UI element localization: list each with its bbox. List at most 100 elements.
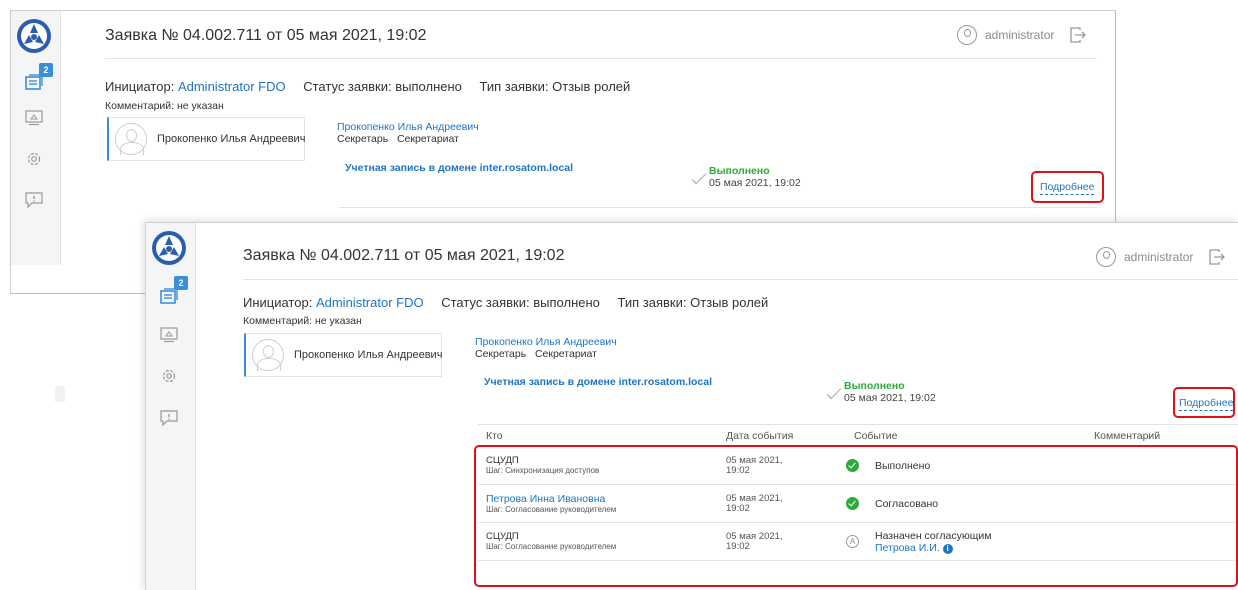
username: administrator	[1124, 250, 1194, 264]
check-icon	[826, 384, 842, 400]
user-avatar-icon	[1096, 247, 1116, 267]
who-name: СЦУДП	[486, 454, 519, 466]
status-label: Статус заявки:	[303, 79, 392, 94]
monitor-icon[interactable]	[158, 324, 180, 346]
page-title: Заявка № 04.002.711 от 05 мая 2021, 19:0…	[105, 27, 427, 44]
more-link[interactable]: Подробнее	[1179, 397, 1234, 411]
request-info: Инициатор: Administrator FDO Статус заяв…	[105, 79, 630, 94]
username: administrator	[985, 28, 1055, 42]
account-status-date: 05 мая 2021, 19:02	[844, 392, 936, 404]
account-link[interactable]: Учетная запись в домене inter.rosatom.lo…	[345, 162, 573, 174]
request-comment: Комментарий: не указан	[243, 315, 362, 327]
gear-icon[interactable]	[158, 365, 180, 387]
account-status-text: Выполнено	[709, 165, 770, 177]
who-name: СЦУДП	[486, 530, 519, 542]
account-status-text: Выполнено	[844, 380, 905, 392]
event-text: Согласовано	[875, 497, 939, 510]
subject-card[interactable]: Прокопенко Илья Андреевич	[244, 333, 442, 377]
column-header[interactable]: Событие	[846, 424, 1086, 447]
event-time: 19:02	[726, 540, 750, 552]
request-content: Заявка № 04.002.711 от 05 мая 2021, 19:0…	[196, 223, 1238, 590]
who-step: Шаг: Синхронизация доступов	[486, 465, 600, 475]
requests-badge: 2	[174, 276, 188, 290]
event-date: 05 мая 2021,	[726, 492, 783, 504]
event-date: 05 мая 2021,	[726, 454, 783, 466]
initiator-link[interactable]: Administrator FDO	[178, 79, 286, 94]
user-menu[interactable]: administrator	[1096, 247, 1226, 267]
role-group: Секретариат	[534, 348, 597, 360]
background-fragment	[55, 386, 65, 402]
comment-cell	[1086, 522, 1238, 561]
account-status-date: 05 мая 2021, 19:02	[709, 177, 801, 189]
gear-icon[interactable]	[23, 148, 45, 170]
role-block: Прокопенко Илья Андреевич Секретарь Секр…	[337, 121, 479, 145]
person-avatar-icon	[252, 339, 284, 371]
column-header[interactable]: Кто	[478, 424, 718, 447]
role-person-link[interactable]: Прокопенко Илья Андреевич	[337, 121, 479, 133]
column-header[interactable]: Комментарий	[1086, 424, 1238, 447]
user-menu[interactable]: administrator	[957, 25, 1087, 45]
comment-cell	[1086, 484, 1238, 523]
logout-icon[interactable]	[1209, 249, 1226, 265]
initiator-label: Инициатор:	[243, 295, 313, 310]
success-check-icon	[846, 497, 859, 510]
status-value: выполнено	[533, 295, 600, 310]
logout-icon[interactable]	[1070, 27, 1087, 43]
check-icon	[691, 169, 707, 185]
screenshot-front: 2 Заявка № 04.002.711 от 05 мая 2021, 19…	[145, 222, 1238, 590]
initiator-label: Инициатор:	[105, 79, 175, 94]
divider	[105, 58, 1097, 59]
role-group: Секретариат	[396, 133, 459, 145]
sidebar: 2	[11, 11, 61, 265]
page-title: Заявка № 04.002.711 от 05 мая 2021, 19:0…	[243, 247, 565, 264]
role-position: Секретарь	[475, 348, 527, 360]
who-step: Шаг: Согласование руководителем	[486, 541, 617, 551]
feedback-icon[interactable]	[23, 189, 45, 211]
success-check-icon	[846, 459, 859, 472]
subject-name: Прокопенко Илья Андреевич	[294, 349, 443, 361]
history-table: Кто Дата события Событие Комментарий СЦУ…	[478, 424, 1238, 561]
event-date: 05 мая 2021,	[726, 530, 783, 542]
account-status: Выполнено 05 мая 2021, 19:02	[691, 165, 801, 189]
assigned-icon: A	[846, 535, 859, 548]
requests-badge: 2	[39, 63, 53, 77]
sidebar: 2	[146, 223, 196, 590]
who-name-link[interactable]: Петрова Инна Ивановна	[486, 493, 718, 505]
event-time: 19:02	[726, 464, 750, 476]
subject-card[interactable]: Прокопенко Илья Андреевич	[107, 117, 305, 161]
role-person-link[interactable]: Прокопенко Илья Андреевич	[475, 336, 617, 348]
info-icon[interactable]: i	[942, 543, 953, 554]
type-label: Тип заявки:	[479, 79, 549, 94]
divider	[339, 207, 1097, 208]
request-comment: Комментарий: не указан	[105, 100, 224, 112]
event-text: Выполнено	[875, 459, 931, 472]
status-value: выполнено	[395, 79, 462, 94]
user-avatar-icon	[957, 25, 977, 45]
table-row: СЦУДП Шаг: Согласование руководителем 05 …	[478, 522, 1238, 561]
divider	[243, 279, 1238, 280]
role-block: Прокопенко Илья Андреевич Секретарь Секр…	[475, 336, 617, 360]
role-position: Секретарь	[337, 133, 389, 145]
account-link[interactable]: Учетная запись в домене inter.rosatom.lo…	[484, 376, 712, 388]
initiator-link[interactable]: Administrator FDO	[316, 295, 424, 310]
person-avatar-icon	[115, 123, 147, 155]
comment-cell	[1086, 446, 1238, 485]
column-header[interactable]: Дата события	[718, 424, 846, 447]
monitor-icon[interactable]	[23, 107, 45, 129]
event-time: 19:02	[726, 502, 750, 514]
more-link[interactable]: Подробнее	[1040, 181, 1095, 195]
approver-link[interactable]: Петрова И.И.	[875, 542, 940, 554]
rosatom-logo-icon[interactable]	[16, 18, 52, 54]
table-row: СЦУДП Шаг: Синхронизация доступов 05 мая …	[478, 446, 1238, 485]
feedback-icon[interactable]	[158, 407, 180, 429]
subject-name: Прокопенко Илья Андреевич	[157, 133, 306, 145]
account-status: Выполнено 05 мая 2021, 19:02	[826, 380, 936, 404]
rosatom-logo-icon[interactable]	[151, 230, 187, 266]
table-row: Петрова Инна Ивановна Шаг: Согласование р…	[478, 484, 1238, 523]
type-label: Тип заявки:	[617, 295, 687, 310]
type-value: Отзыв ролей	[690, 295, 769, 310]
status-label: Статус заявки:	[441, 295, 530, 310]
request-info: Инициатор: Administrator FDO Статус заяв…	[243, 295, 768, 310]
event-text: Назначен согласующим	[875, 529, 992, 542]
history-header-row: Кто Дата события Событие Комментарий	[478, 424, 1238, 447]
